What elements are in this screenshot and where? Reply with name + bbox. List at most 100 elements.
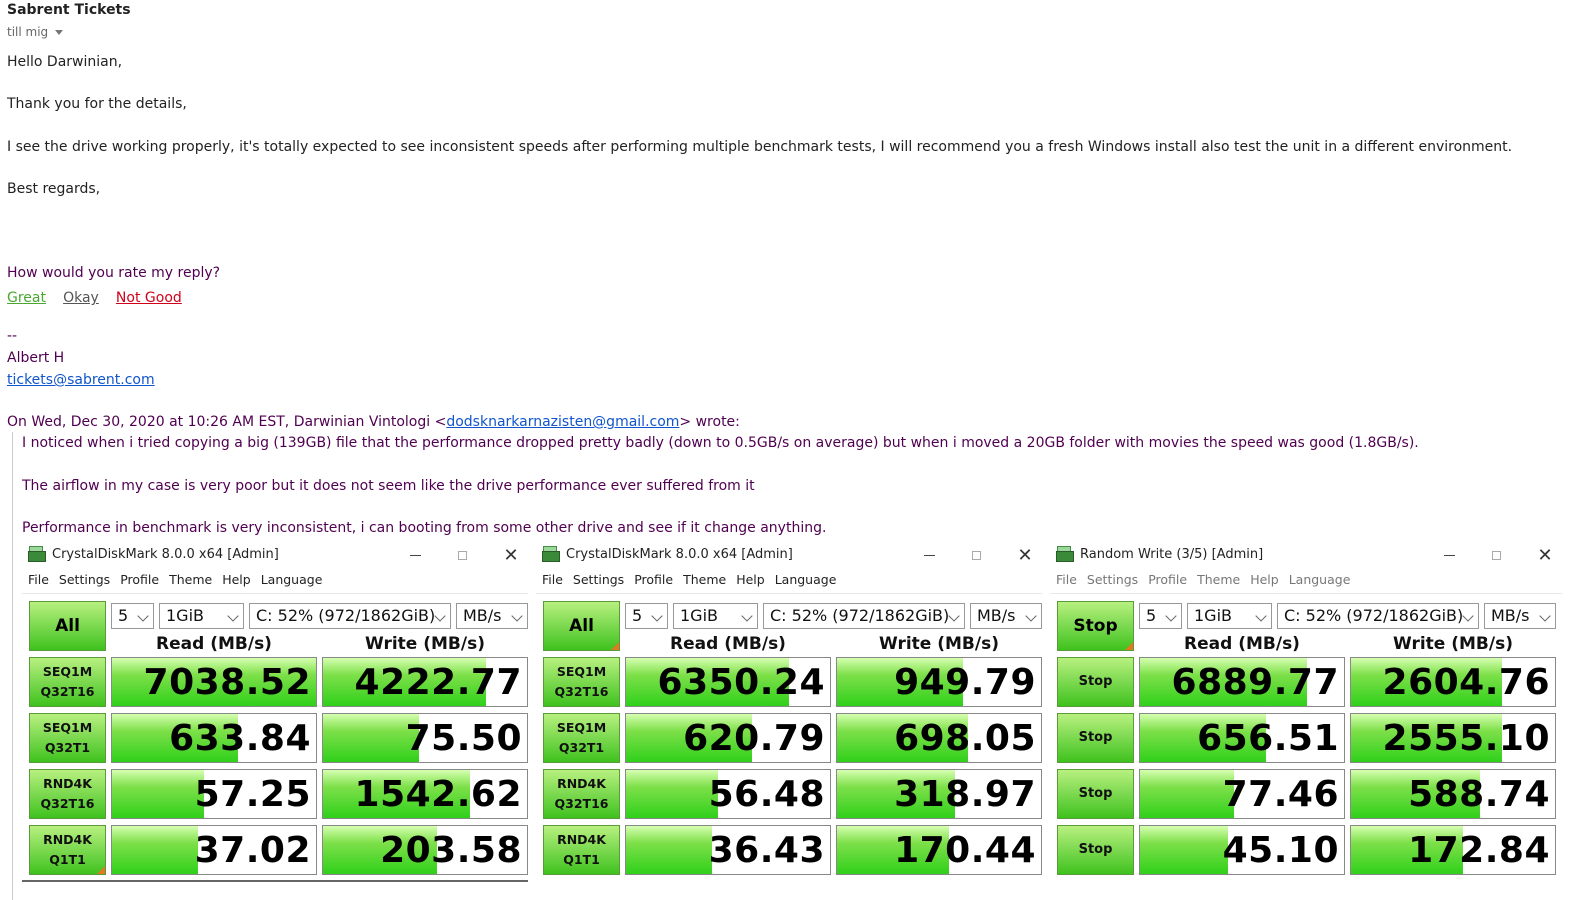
read-header: Read (MB/s) (1184, 634, 1300, 654)
menu-item[interactable]: File (28, 572, 49, 587)
size-select[interactable]: 1GiB (1187, 603, 1272, 629)
menu-item[interactable]: Profile (120, 572, 159, 587)
read-result: 56.48 (625, 769, 831, 819)
minimize-icon[interactable] (914, 544, 944, 566)
size-select[interactable]: 1GiB (673, 603, 758, 629)
menu-item[interactable]: Help (222, 572, 251, 587)
test-button[interactable]: RND4K Q1T1 (29, 825, 106, 875)
test-button[interactable]: Stop (1057, 657, 1134, 707)
minimize-icon[interactable] (400, 544, 430, 566)
write-bar (323, 714, 419, 762)
menu-item[interactable]: Theme (683, 572, 726, 587)
menu-item[interactable]: Help (1250, 572, 1279, 587)
minimize-icon[interactable] (1434, 544, 1464, 566)
crystaldiskmark-window: CrystalDiskMark 8.0.0 x64 [Admin] ✕ File Se… (536, 544, 1042, 884)
close-icon[interactable]: ✕ (1010, 544, 1040, 566)
menu-item[interactable]: Theme (169, 572, 212, 587)
test-button[interactable]: SEQ1M Q32T16 (543, 657, 620, 707)
unit-select[interactable]: MB/s (970, 603, 1042, 629)
run-all-button[interactable]: All (543, 601, 620, 651)
menu-item[interactable]: Settings (573, 572, 624, 587)
chevron-down-icon (227, 610, 239, 622)
chevron-down-icon (434, 610, 446, 622)
rate-great-link[interactable]: Great (7, 290, 46, 306)
quote-sender-email-link[interactable]: dodsknarkarnazisten@gmail.com (446, 414, 679, 430)
test-label: RND4K (43, 776, 92, 791)
maximize-icon[interactable] (961, 544, 991, 566)
menu-item[interactable]: Profile (634, 572, 673, 587)
menu-item[interactable]: Language (775, 572, 837, 587)
read-result: 620.79 (625, 713, 831, 763)
read-bar (626, 770, 718, 818)
quote-line-2: The airflow in my case is very poor but … (22, 478, 755, 494)
menu-item[interactable]: Help (736, 572, 765, 587)
rate-okay-link[interactable]: Okay (63, 290, 99, 306)
write-value: 170.44 (894, 830, 1036, 871)
count-select[interactable]: 5 (1139, 603, 1182, 629)
chevron-down-icon (1462, 610, 1474, 622)
count-select[interactable]: 5 (111, 603, 154, 629)
read-value: 36.43 (708, 830, 825, 871)
window-title: CrystalDiskMark 8.0.0 x64 [Admin] (566, 547, 793, 562)
maximize-icon[interactable] (447, 544, 477, 566)
test-button[interactable]: SEQ1M Q32T1 (543, 713, 620, 763)
unit-select[interactable]: MB/s (1484, 603, 1556, 629)
signature-email-link[interactable]: tickets@sabrent.com (7, 372, 155, 388)
chevron-down-icon[interactable] (55, 30, 64, 35)
write-value: 172.84 (1408, 830, 1550, 871)
close-icon[interactable]: ✕ (1530, 544, 1560, 566)
disk-app-icon (1056, 546, 1074, 562)
test-button[interactable]: SEQ1M Q32T16 (29, 657, 106, 707)
menu-item[interactable]: File (542, 572, 563, 587)
test-params: Q32T16 (554, 796, 609, 811)
drive-select[interactable]: C: 52% (972/1862GiB) (763, 603, 965, 629)
window-title: Random Write (3/5) [Admin] (1080, 547, 1264, 562)
menu-item[interactable]: Theme (1197, 572, 1240, 587)
test-button[interactable]: Stop (1057, 825, 1134, 875)
menu-item[interactable]: Language (261, 572, 323, 587)
menu-item[interactable]: Settings (1087, 572, 1138, 587)
size-select[interactable]: 1GiB (159, 603, 244, 629)
rate-not-good-link[interactable]: Not Good (116, 290, 182, 306)
maximize-icon[interactable] (1481, 544, 1511, 566)
test-button[interactable]: Stop (1057, 769, 1134, 819)
unit-select[interactable]: MB/s (456, 603, 528, 629)
test-label: SEQ1M (42, 720, 93, 735)
test-params: Q1T1 (563, 852, 600, 867)
menu-item[interactable]: Settings (59, 572, 110, 587)
count-value: 5 (632, 606, 643, 625)
write-result: 588.74 (1350, 769, 1556, 819)
read-header: Read (MB/s) (670, 634, 786, 654)
test-params: Q32T16 (40, 684, 95, 699)
test-button[interactable]: RND4K Q32T16 (543, 769, 620, 819)
count-value: 5 (1146, 606, 1157, 625)
read-value: 656.51 (1197, 718, 1339, 759)
menu-item[interactable]: Language (1289, 572, 1351, 587)
menu-item[interactable]: File (1056, 572, 1077, 587)
window-titlebar: Random Write (3/5) [Admin] ✕ (1050, 544, 1562, 566)
rate-question: How would you rate my reply? (7, 265, 221, 281)
read-value: 77.46 (1222, 774, 1339, 815)
write-header: Write (MB/s) (879, 634, 999, 654)
count-select[interactable]: 5 (625, 603, 668, 629)
test-button[interactable]: Stop (1057, 713, 1134, 763)
test-button[interactable]: RND4K Q1T1 (543, 825, 620, 875)
close-icon[interactable]: ✕ (496, 544, 526, 566)
read-result: 633.84 (111, 713, 317, 763)
window-title: CrystalDiskMark 8.0.0 x64 [Admin] (52, 547, 279, 562)
run-all-button[interactable]: Stop (1057, 601, 1134, 651)
test-button[interactable]: RND4K Q32T16 (29, 769, 106, 819)
read-value: 633.84 (169, 718, 311, 759)
read-value: 6350.24 (657, 662, 825, 703)
write-result: 2555.10 (1350, 713, 1556, 763)
drive-select[interactable]: C: 52% (972/1862GiB) (249, 603, 451, 629)
test-button[interactable]: SEQ1M Q32T1 (29, 713, 106, 763)
chevron-down-icon (1165, 610, 1177, 622)
recipient-dropdown[interactable]: till mig (7, 25, 64, 39)
menu-item[interactable]: Profile (1148, 572, 1187, 587)
run-all-button[interactable]: All (29, 601, 106, 651)
chevron-down-icon (948, 610, 960, 622)
chevron-down-icon (1255, 610, 1267, 622)
drive-select[interactable]: C: 52% (972/1862GiB) (1277, 603, 1479, 629)
write-header: Write (MB/s) (1393, 634, 1513, 654)
